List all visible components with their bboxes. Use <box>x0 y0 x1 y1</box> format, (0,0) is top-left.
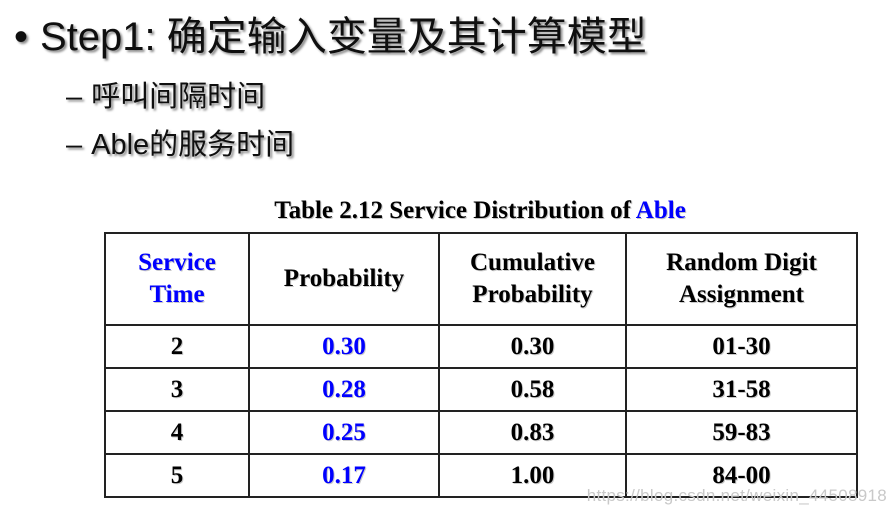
bullet-level1: • Step1: 确定输入变量及其计算模型 <box>14 14 647 60</box>
table-caption-prefix: Table 2.12 Service Distribution of <box>274 197 636 224</box>
table-row: 3 0.28 0.58 31-58 <box>104 367 858 412</box>
bullet-level2-label: Able的服务时间 <box>91 129 295 161</box>
table-row: 5 0.17 1.00 84-00 <box>104 453 858 498</box>
cell-probability: 0.30 <box>248 324 440 369</box>
table-header-row: Service Time Probability Cumulative Prob… <box>104 232 858 326</box>
cell-cumulative-probability: 0.30 <box>438 324 627 369</box>
cell-random-digit-assignment: 59-83 <box>625 410 858 455</box>
column-header-random-digit-assignment: Random Digit Assignment <box>625 232 858 326</box>
cell-service-time: 5 <box>104 453 250 498</box>
service-distribution-table: Service Time Probability Cumulative Prob… <box>104 232 858 498</box>
table-row: 2 0.30 0.30 01-30 <box>104 324 858 369</box>
slide-canvas: • Step1: 确定输入变量及其计算模型 – 呼叫间隔时间 – Able的服务… <box>0 0 889 514</box>
cell-probability: 0.28 <box>248 367 440 412</box>
cell-random-digit-assignment: 01-30 <box>625 324 858 369</box>
cell-service-time: 3 <box>104 367 250 412</box>
column-header-service-time-line2: Time <box>149 281 205 308</box>
dash-marker-icon: – <box>66 81 83 113</box>
column-header-cumulative-line2: Probability <box>472 281 593 308</box>
distribution-table-block: Table 2.12 Service Distribution of Able … <box>104 196 858 498</box>
column-header-cumulative-line1: Cumulative <box>470 249 595 276</box>
table-header: Service Time Probability Cumulative Prob… <box>104 232 858 326</box>
column-header-probability: Probability <box>248 232 440 326</box>
table-caption-accent: Able <box>635 197 686 224</box>
cell-cumulative-probability: 0.58 <box>438 367 627 412</box>
bullet-level1-label: Step1: 确定输入变量及其计算模型 <box>40 15 647 59</box>
column-header-service-time-line1: Service <box>138 249 216 276</box>
cell-service-time: 2 <box>104 324 250 369</box>
column-header-random-digit-line1: Random Digit <box>666 249 817 276</box>
column-header-service-time: Service Time <box>104 232 250 326</box>
bullet-level2-item: – 呼叫间隔时间 <box>66 80 265 114</box>
cell-probability: 0.25 <box>248 410 440 455</box>
cell-probability: 0.17 <box>248 453 440 498</box>
cell-cumulative-probability: 0.83 <box>438 410 627 455</box>
column-header-cumulative-probability: Cumulative Probability <box>438 232 627 326</box>
bullet-level2-label: 呼叫间隔时间 <box>91 81 266 113</box>
dash-marker-icon: – <box>66 129 83 161</box>
bullet-marker-icon: • <box>14 15 29 59</box>
table-caption: Table 2.12 Service Distribution of Able <box>104 196 856 226</box>
table-body: 2 0.30 0.30 01-30 3 0.28 0.58 31-58 4 0.… <box>104 324 858 498</box>
bullet-level2-item: – Able的服务时间 <box>66 128 294 162</box>
column-header-random-digit-line2: Assignment <box>678 281 804 308</box>
column-header-probability-line1: Probability <box>283 265 405 292</box>
cell-service-time: 4 <box>104 410 250 455</box>
cell-random-digit-assignment: 84-00 <box>625 453 858 498</box>
cell-cumulative-probability: 1.00 <box>438 453 627 498</box>
table-row: 4 0.25 0.83 59-83 <box>104 410 858 455</box>
cell-random-digit-assignment: 31-58 <box>625 367 858 412</box>
